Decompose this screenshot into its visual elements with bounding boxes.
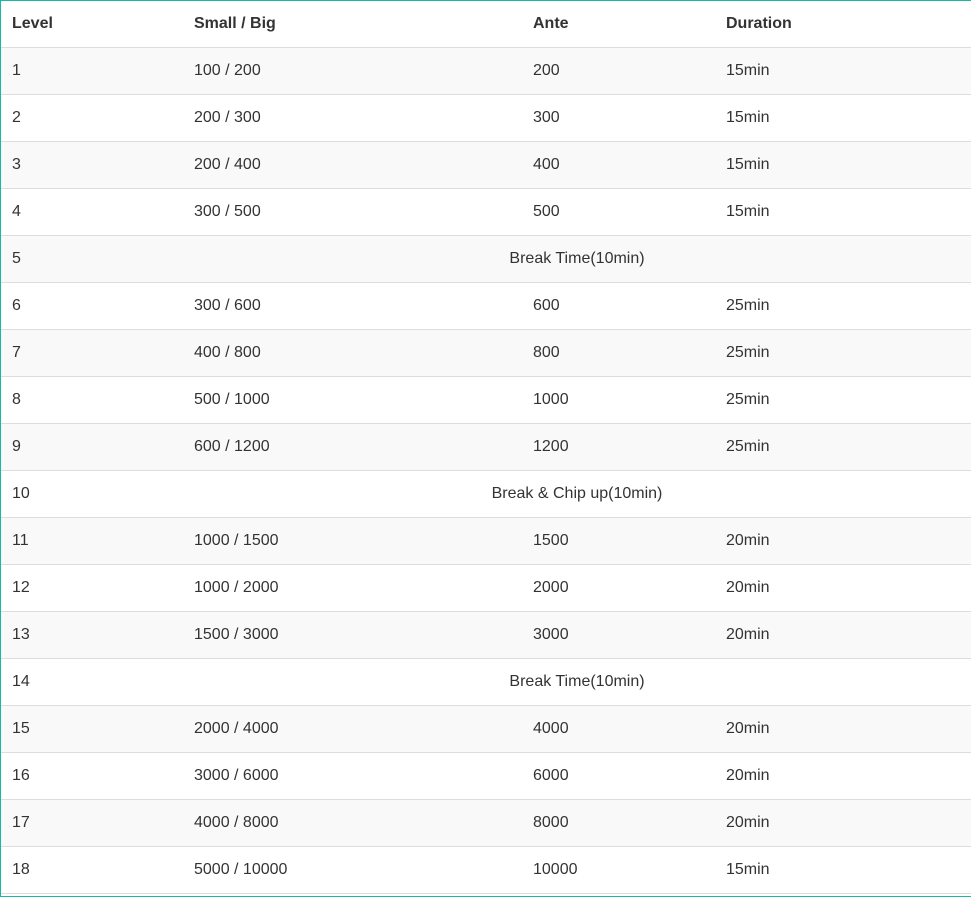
- blind-structure-frame: Level Small / Big Ante Duration 1 100 / 2…: [0, 0, 971, 897]
- small-big-cell: 400 / 800: [183, 329, 522, 377]
- ante-cell: 4000: [522, 705, 715, 753]
- ante-cell: 2000: [522, 564, 715, 612]
- ante-cell: 500: [522, 188, 715, 236]
- duration-cell: 20min: [715, 752, 971, 800]
- table-row: 17 4000 / 8000 8000 20min: [1, 799, 971, 847]
- level-cell: 17: [1, 799, 183, 847]
- level-cell: 4: [1, 188, 183, 236]
- level-cell: 15: [1, 705, 183, 753]
- break-cell: Break & Chip up(10min): [183, 470, 971, 518]
- ante-cell: 6000: [522, 752, 715, 800]
- level-cell: 1: [1, 47, 183, 95]
- level-cell: 16: [1, 752, 183, 800]
- small-big-cell: 600 / 1200: [183, 423, 522, 471]
- table-header: Level Small / Big Ante Duration: [1, 1, 971, 48]
- ante-cell: 400: [522, 141, 715, 189]
- small-big-cell: 300 / 600: [183, 282, 522, 330]
- level-cell: 11: [1, 517, 183, 565]
- table-row: 4 300 / 500 500 15min: [1, 188, 971, 236]
- small-big-cell: 1500 / 3000: [183, 611, 522, 659]
- level-cell: 2: [1, 94, 183, 142]
- duration-cell: 25min: [715, 329, 971, 377]
- header-ante: Ante: [522, 1, 715, 48]
- small-big-cell: 5000 / 10000: [183, 846, 522, 894]
- duration-cell: 20min: [715, 517, 971, 565]
- table-row: 9 600 / 1200 1200 25min: [1, 423, 971, 471]
- ante-cell: 800: [522, 329, 715, 377]
- duration-cell: 20min: [715, 799, 971, 847]
- ante-cell: 200: [522, 47, 715, 95]
- table-row: 8 500 / 1000 1000 25min: [1, 376, 971, 424]
- table-row: 15 2000 / 4000 4000 20min: [1, 705, 971, 753]
- level-cell: 9: [1, 423, 183, 471]
- level-cell: 14: [1, 658, 183, 706]
- table-row: 16 3000 / 6000 6000 20min: [1, 752, 971, 800]
- small-big-cell: 500 / 1000: [183, 376, 522, 424]
- blind-structure-table: Level Small / Big Ante Duration 1 100 / 2…: [1, 1, 971, 894]
- ante-cell: 10000: [522, 846, 715, 894]
- duration-cell: 15min: [715, 141, 971, 189]
- ante-cell: 1200: [522, 423, 715, 471]
- small-big-cell: 300 / 500: [183, 188, 522, 236]
- header-small-big: Small / Big: [183, 1, 522, 48]
- table-row: 3 200 / 400 400 15min: [1, 141, 971, 189]
- duration-cell: 15min: [715, 188, 971, 236]
- table-row: 6 300 / 600 600 25min: [1, 282, 971, 330]
- small-big-cell: 200 / 400: [183, 141, 522, 189]
- ante-cell: 8000: [522, 799, 715, 847]
- level-cell: 7: [1, 329, 183, 377]
- header-duration: Duration: [715, 1, 971, 48]
- level-cell: 5: [1, 235, 183, 283]
- duration-cell: 20min: [715, 611, 971, 659]
- table-row: 1 100 / 200 200 15min: [1, 47, 971, 95]
- level-cell: 8: [1, 376, 183, 424]
- table-row: 7 400 / 800 800 25min: [1, 329, 971, 377]
- duration-cell: 15min: [715, 47, 971, 95]
- small-big-cell: 200 / 300: [183, 94, 522, 142]
- duration-cell: 25min: [715, 376, 971, 424]
- header-row: Level Small / Big Ante Duration: [1, 1, 971, 48]
- ante-cell: 600: [522, 282, 715, 330]
- table-row: 13 1500 / 3000 3000 20min: [1, 611, 971, 659]
- small-big-cell: 100 / 200: [183, 47, 522, 95]
- small-big-cell: 3000 / 6000: [183, 752, 522, 800]
- break-cell: Break Time(10min): [183, 235, 971, 283]
- header-level: Level: [1, 1, 183, 48]
- level-cell: 18: [1, 846, 183, 894]
- ante-cell: 3000: [522, 611, 715, 659]
- table-row: 2 200 / 300 300 15min: [1, 94, 971, 142]
- duration-cell: 25min: [715, 282, 971, 330]
- small-big-cell: 1000 / 1500: [183, 517, 522, 565]
- ante-cell: 300: [522, 94, 715, 142]
- table-row: 11 1000 / 1500 1500 20min: [1, 517, 971, 565]
- small-big-cell: 4000 / 8000: [183, 799, 522, 847]
- level-cell: 3: [1, 141, 183, 189]
- level-cell: 12: [1, 564, 183, 612]
- table-row: 18 5000 / 10000 10000 15min: [1, 846, 971, 894]
- duration-cell: 20min: [715, 564, 971, 612]
- break-row: 10 Break & Chip up(10min): [1, 470, 971, 518]
- duration-cell: 15min: [715, 94, 971, 142]
- break-row: 14 Break Time(10min): [1, 658, 971, 706]
- level-cell: 10: [1, 470, 183, 518]
- duration-cell: 25min: [715, 423, 971, 471]
- duration-cell: 15min: [715, 846, 971, 894]
- ante-cell: 1000: [522, 376, 715, 424]
- duration-cell: 20min: [715, 705, 971, 753]
- table-body: 1 100 / 200 200 15min 2 200 / 300 300 15min 3 200…: [1, 47, 971, 894]
- ante-cell: 1500: [522, 517, 715, 565]
- break-cell: Break Time(10min): [183, 658, 971, 706]
- table-row: 12 1000 / 2000 2000 20min: [1, 564, 971, 612]
- small-big-cell: 2000 / 4000: [183, 705, 522, 753]
- level-cell: 6: [1, 282, 183, 330]
- break-row: 5 Break Time(10min): [1, 235, 971, 283]
- level-cell: 13: [1, 611, 183, 659]
- small-big-cell: 1000 / 2000: [183, 564, 522, 612]
